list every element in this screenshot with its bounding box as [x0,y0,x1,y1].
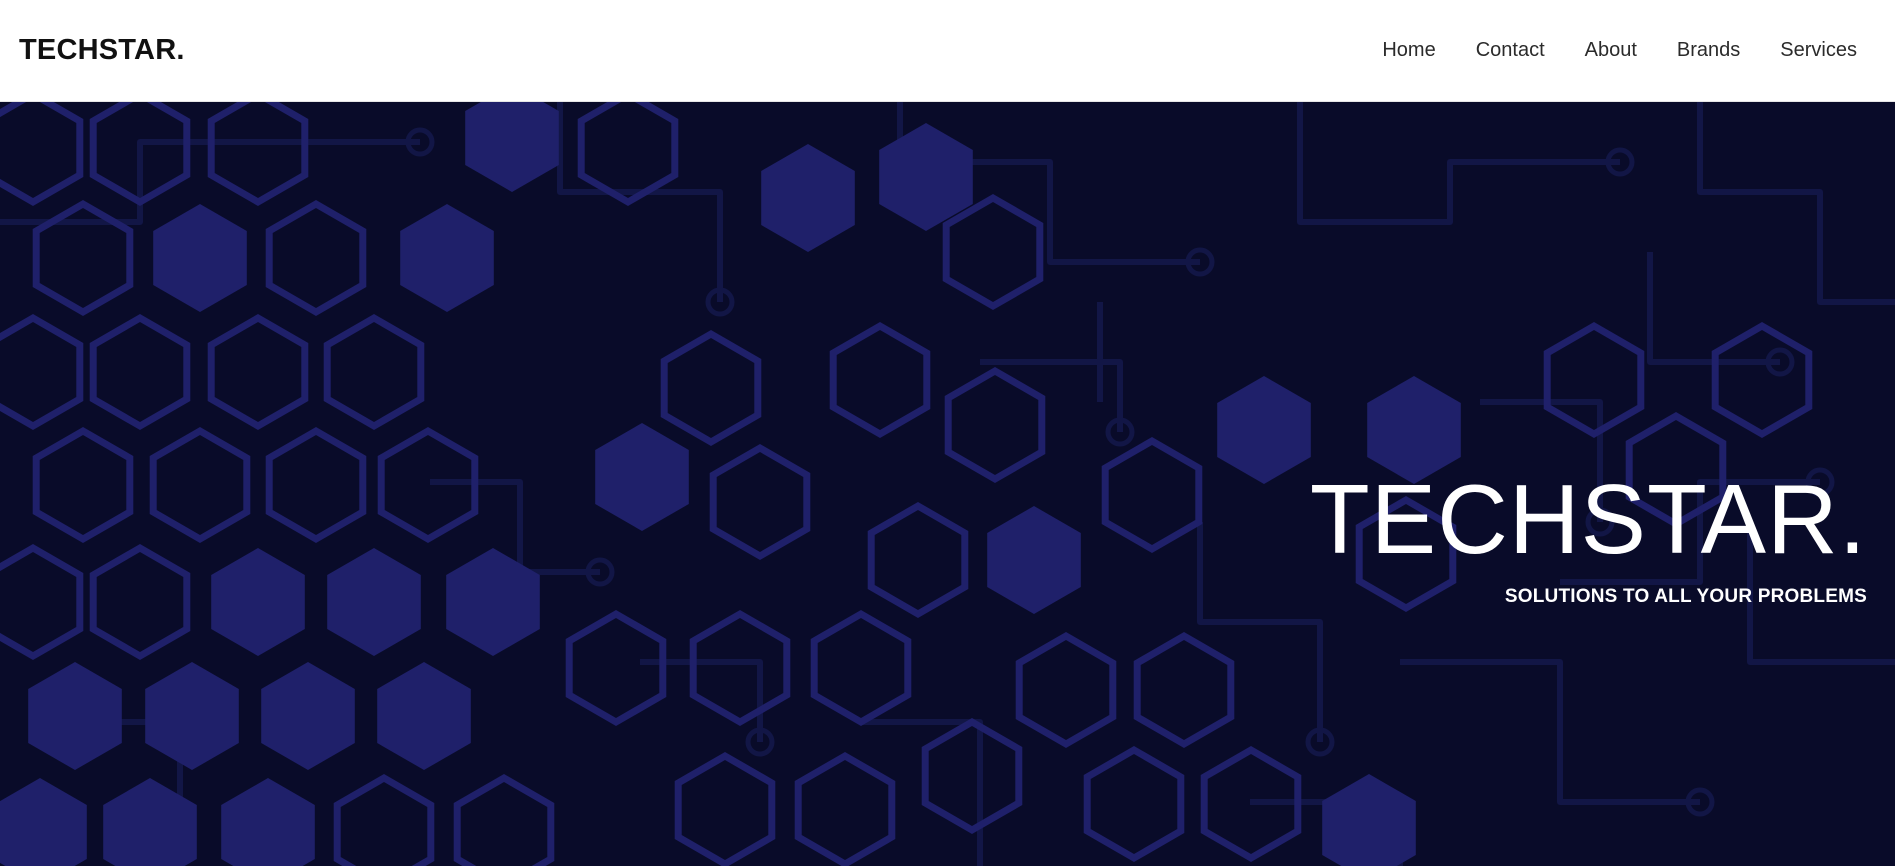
nav-link-about[interactable]: About [1585,39,1637,62]
hero-subtitle: SOLUTIONS TO ALL YOUR PROBLEMS [1504,586,1867,607]
hero-section: TECHSTAR. SOLUTIONS TO ALL YOUR PROBLEMS [0,102,1895,866]
hero-title: TECHSTAR. [1309,464,1867,574]
nav-links: Home Contact About Brands Services [1342,39,1857,62]
nav-link-contact[interactable]: Contact [1476,39,1545,62]
nav-link-brands[interactable]: Brands [1677,39,1740,62]
top-navbar: TECHSTAR. Home Contact About Brands Serv… [0,0,1895,102]
brand-logo[interactable]: TECHSTAR. [19,34,185,67]
hero-text-block: TECHSTAR. SOLUTIONS TO ALL YOUR PROBLEMS [1310,470,1867,608]
nav-link-home[interactable]: Home [1382,39,1435,62]
nav-link-services[interactable]: Services [1780,39,1857,62]
